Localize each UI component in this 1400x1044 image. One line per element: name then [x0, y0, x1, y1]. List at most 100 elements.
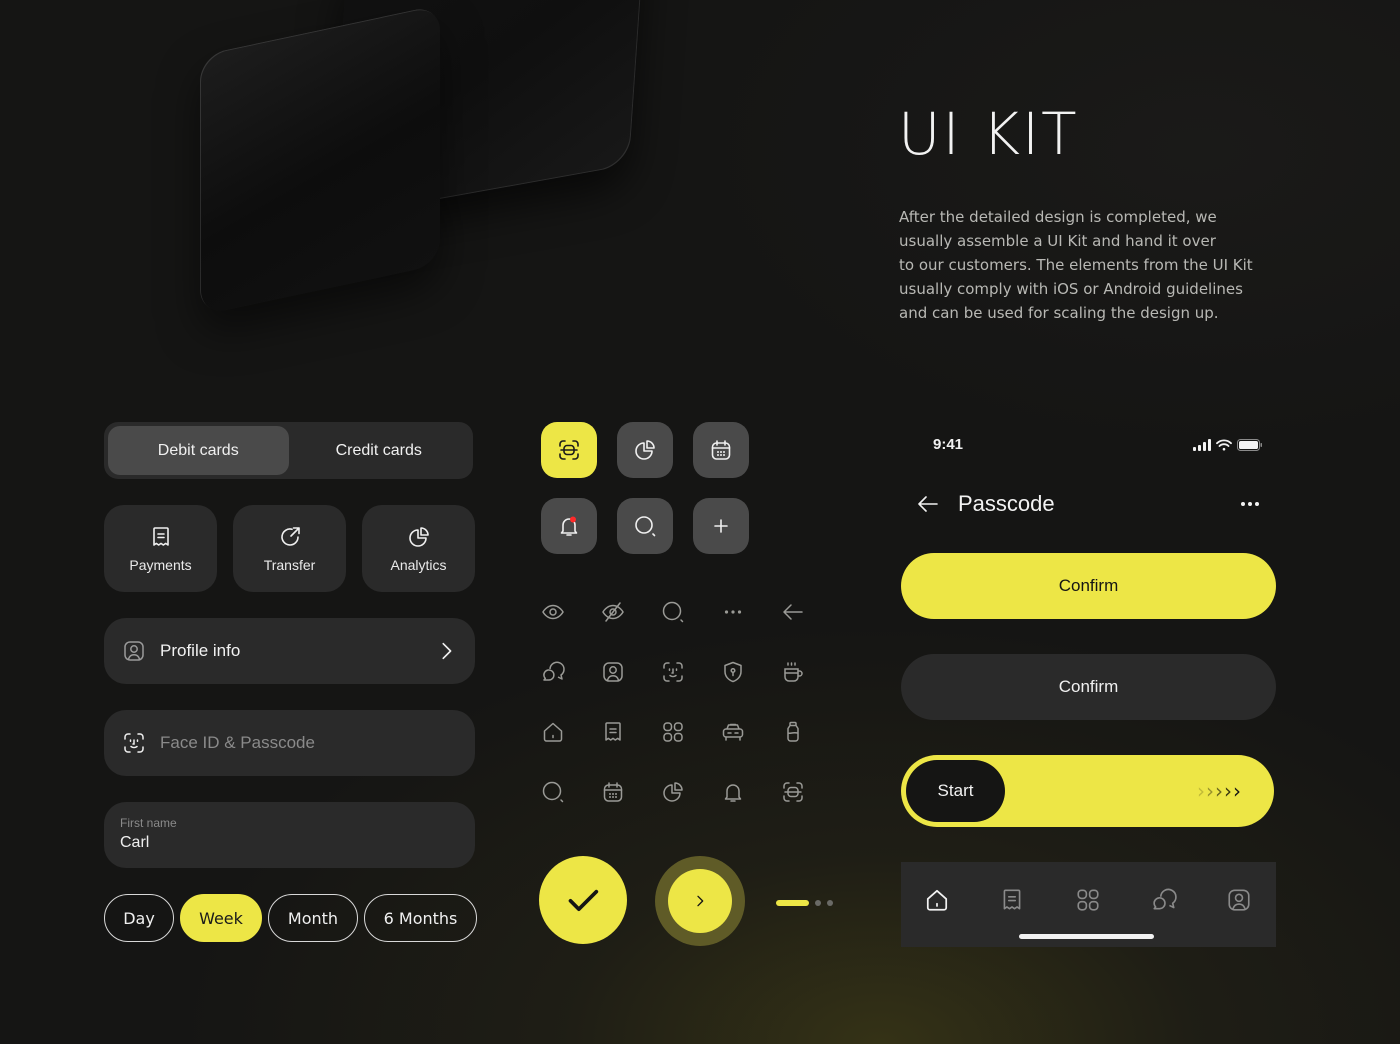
icon-set-item: [598, 777, 628, 807]
calendar-button[interactable]: [693, 422, 749, 478]
first-name-field[interactable]: First name: [104, 802, 475, 868]
user-square-icon: [1228, 889, 1250, 911]
icon-set-item: [538, 777, 568, 807]
home-icon: [543, 722, 563, 742]
search-icon: [542, 781, 564, 803]
chevron-right-icon: ›: [1233, 779, 1241, 803]
pie-chart-icon: [635, 440, 655, 460]
next-button[interactable]: [655, 856, 745, 946]
status-bar: 9:41: [933, 436, 1263, 453]
receipt-icon: [1003, 889, 1021, 910]
user-square-icon: [603, 662, 623, 682]
scan-icon: [559, 440, 579, 460]
chevron-right-icon: [442, 642, 452, 660]
icon-set-item: [718, 777, 748, 807]
confirm-check-button[interactable]: [539, 856, 627, 944]
icon-set-item: [718, 597, 748, 627]
description-line: and can be used for scaling the design u…: [899, 304, 1219, 322]
battery-icon: [1237, 438, 1262, 451]
icon-set-item: [658, 657, 688, 687]
page-description: After the detailed design is completed, …: [899, 205, 1279, 325]
icon-set-item: [778, 717, 808, 747]
first-name-input[interactable]: [120, 834, 459, 852]
face-id-icon: [663, 662, 683, 682]
action-card-label: Analytics: [390, 556, 447, 573]
confirm-secondary-button[interactable]: Confirm: [901, 654, 1276, 720]
description-line: After the detailed design is completed, …: [899, 208, 1217, 226]
page-indicator-active[interactable]: [776, 900, 809, 906]
segment-debit-cards[interactable]: Debit cards: [108, 426, 289, 475]
tab-chat[interactable]: [1149, 885, 1179, 915]
icon-set-item: [658, 717, 688, 747]
icon-set-grid: [538, 597, 828, 817]
tab-bar: [901, 862, 1276, 947]
status-icons: [1193, 438, 1263, 451]
analytics-button[interactable]: [617, 422, 673, 478]
page-indicator-dot[interactable]: [815, 900, 821, 906]
search-icon: [635, 516, 656, 537]
profile-info-row[interactable]: Profile info: [104, 618, 475, 684]
page-indicator-dot[interactable]: [827, 900, 833, 906]
period-filter-chips: Day Week Month 6 Months: [104, 894, 477, 942]
more-horizontal-icon[interactable]: [1238, 492, 1262, 516]
action-card-transfer[interactable]: Transfer: [233, 505, 346, 592]
description-line: to our customers. The elements from the …: [899, 256, 1253, 274]
plus-icon: [714, 519, 728, 533]
chat-bubbles-icon: [543, 661, 565, 681]
chevron-right-icon: ›: [1215, 779, 1223, 803]
face-id-label: Face ID & Passcode: [160, 733, 315, 752]
action-card-label: Payments: [129, 556, 192, 573]
icon-set-item: [538, 657, 568, 687]
search-button[interactable]: [617, 498, 673, 554]
action-card-payments[interactable]: Payments: [104, 505, 217, 592]
face-id-passcode-row[interactable]: Face ID & Passcode: [104, 710, 475, 776]
icon-set-item: [598, 657, 628, 687]
shield-lock-icon: [724, 661, 742, 683]
arrow-left-icon[interactable]: [916, 492, 940, 516]
chevron-right-icon: [697, 895, 704, 907]
more-horizontal-icon: [724, 610, 742, 614]
confirm-primary-button[interactable]: Confirm: [901, 553, 1276, 619]
icon-set-item: [778, 597, 808, 627]
user-square-icon: [124, 641, 144, 661]
eye-icon: [542, 604, 564, 620]
icon-set-item: [778, 777, 808, 807]
scan-button[interactable]: [541, 422, 597, 478]
chip-6-months[interactable]: 6 Months: [364, 894, 477, 942]
icon-set-item: [658, 597, 688, 627]
scan-icon: [783, 782, 803, 802]
action-card-analytics[interactable]: Analytics: [362, 505, 475, 592]
chip-month[interactable]: Month: [268, 894, 358, 942]
notification-badge: [570, 516, 576, 523]
grid-icon: [663, 722, 683, 742]
chevron-right-icon: ›: [1197, 779, 1205, 803]
tab-profile[interactable]: [1224, 885, 1254, 915]
pie-chart-icon: [408, 526, 429, 547]
icon-set-item: [718, 657, 748, 687]
swipe-to-start-slider[interactable]: Start › › › › ›: [901, 755, 1274, 827]
first-name-label: First name: [120, 816, 177, 830]
profile-info-label: Profile info: [160, 641, 241, 660]
status-time: 9:41: [933, 436, 964, 453]
tab-home[interactable]: [922, 885, 952, 915]
notifications-button[interactable]: [541, 498, 597, 554]
nav-title: Passcode: [958, 491, 1055, 516]
tab-payments[interactable]: [997, 885, 1027, 915]
tab-services[interactable]: [1073, 885, 1103, 915]
add-button[interactable]: [693, 498, 749, 554]
pie-chart-icon: [663, 782, 683, 802]
chevron-right-icon: ›: [1206, 779, 1214, 803]
chevron-right-icon: ›: [1224, 779, 1232, 803]
slider-knob[interactable]: Start: [906, 760, 1005, 822]
car-icon: [722, 723, 744, 741]
page-title: UI KIT: [898, 100, 1079, 168]
wifi-icon: [1216, 438, 1232, 450]
action-card-label: Transfer: [263, 556, 316, 573]
description-line: usually assemble a UI Kit and hand it ov…: [899, 232, 1216, 250]
chip-day[interactable]: Day: [104, 894, 174, 942]
home-indicator: [1019, 934, 1154, 939]
segment-credit-cards[interactable]: Credit cards: [289, 426, 470, 475]
face-id-icon: [124, 733, 144, 753]
icon-set-item: [778, 657, 808, 687]
chip-week[interactable]: Week: [180, 894, 262, 942]
